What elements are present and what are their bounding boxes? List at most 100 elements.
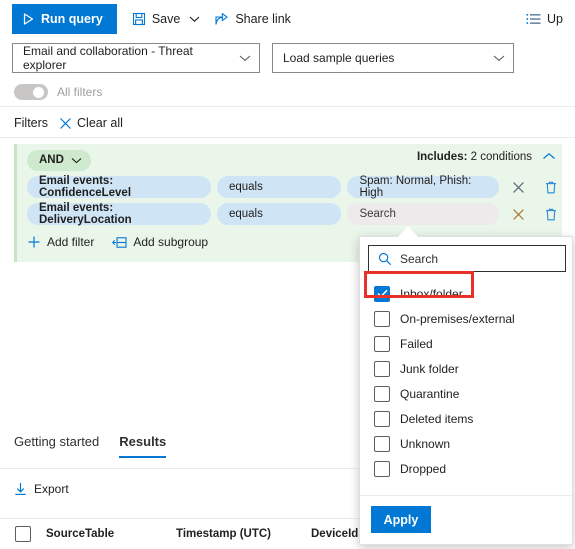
- dropdown-option-list: Inbox/folder On-premises/external Failed…: [360, 281, 572, 496]
- group-operator-label: AND: [39, 154, 64, 166]
- option-checkbox[interactable]: [374, 460, 390, 477]
- condition-operator-label: equals: [228, 181, 263, 193]
- results-tabstrip: Getting started Results: [0, 424, 360, 458]
- all-filters-label: All filters: [57, 85, 103, 99]
- run-query-label: Run query: [41, 12, 103, 26]
- scope-dropdown[interactable]: Email and collaboration - Threat explore…: [12, 43, 260, 73]
- condition-clear-button[interactable]: [505, 203, 532, 225]
- condition-field-label: Email events: DeliveryLocation: [39, 202, 132, 226]
- run-query-button[interactable]: Run query: [12, 4, 117, 34]
- threat-hunting-query-page: Run query Save Share link Up Email and c…: [0, 0, 575, 549]
- checkmark-icon: [376, 289, 388, 298]
- add-subgroup-label: Add subgroup: [133, 235, 209, 249]
- condition-clear-button[interactable]: [505, 176, 532, 198]
- update-label: Up: [547, 12, 563, 26]
- condition-value-label: Spam: Normal, Phish: High: [359, 175, 472, 199]
- condition-field-dropdown[interactable]: Email events: ConfidenceLevel: [27, 175, 211, 199]
- option-checkbox[interactable]: [374, 285, 390, 302]
- option-checkbox[interactable]: [374, 385, 390, 402]
- dropdown-option-dropped[interactable]: Dropped: [360, 456, 572, 481]
- condition-operator-dropdown[interactable]: equals: [216, 203, 342, 225]
- column-header-deviceid[interactable]: DeviceId: [311, 528, 358, 540]
- results-table-header: SourceTable Timestamp (UTC) DeviceId: [0, 518, 360, 549]
- dropdown-option-unknown[interactable]: Unknown: [360, 431, 572, 456]
- condition-delete-button[interactable]: [541, 203, 562, 225]
- share-link-button[interactable]: Share link: [207, 4, 298, 34]
- option-label: On-premises/external: [400, 311, 515, 326]
- option-label: Deleted items: [400, 411, 474, 426]
- option-label: Failed: [400, 336, 433, 351]
- results-toolbar: Export: [0, 476, 360, 502]
- condition-field-label: Email events: ConfidenceLevel: [39, 175, 132, 199]
- bulleted-list-icon: [526, 13, 541, 25]
- condition-value-label: Search: [359, 208, 396, 220]
- save-button[interactable]: Save: [125, 4, 208, 34]
- divider: [0, 468, 360, 469]
- dropdown-option-on-premises-external[interactable]: On-premises/external: [360, 306, 572, 331]
- export-label: Export: [34, 482, 69, 496]
- divider: [0, 137, 575, 138]
- option-label: Quarantine: [400, 386, 460, 401]
- share-arrow-icon: [214, 12, 229, 26]
- save-label: Save: [151, 12, 181, 26]
- chevron-down-icon: [239, 54, 251, 62]
- dropdown-footer: Apply: [360, 495, 572, 544]
- scope-dropdown-value: Email and collaboration - Threat explore…: [23, 44, 193, 72]
- condition-value-dropdown[interactable]: Spam: Normal, Phish: High: [347, 175, 500, 199]
- update-button[interactable]: Up: [520, 4, 569, 34]
- condition-value-dropdown[interactable]: Search: [347, 203, 500, 225]
- option-checkbox[interactable]: [374, 360, 390, 377]
- clear-all-button[interactable]: Clear all: [59, 116, 123, 130]
- search-magnifier-icon: [378, 252, 392, 266]
- option-label: Unknown: [400, 436, 451, 451]
- chevron-up-icon[interactable]: [542, 152, 556, 161]
- condition-operator-dropdown[interactable]: equals: [216, 176, 342, 198]
- filter-condition-row: Email events: DeliveryLocation equals Se…: [27, 202, 562, 226]
- option-checkbox[interactable]: [374, 335, 390, 352]
- column-header-timestamp[interactable]: Timestamp (UTC): [176, 528, 311, 540]
- dropdown-search-placeholder: Search: [400, 251, 439, 266]
- play-triangle-icon: [23, 13, 34, 25]
- tab-getting-started[interactable]: Getting started: [14, 425, 99, 458]
- close-x-icon: [512, 208, 525, 221]
- dropdown-option-inbox-folder[interactable]: Inbox/folder: [360, 281, 572, 306]
- trash-icon: [545, 181, 557, 194]
- toggle-knob: [33, 87, 44, 98]
- dropdown-option-quarantine[interactable]: Quarantine: [360, 381, 572, 406]
- filter-condition-row: Email events: ConfidenceLevel equals Spa…: [27, 175, 562, 199]
- dropdown-option-failed[interactable]: Failed: [360, 331, 572, 356]
- command-bar: Run query Save Share link Up: [0, 0, 575, 38]
- option-checkbox[interactable]: [374, 310, 390, 327]
- option-label: Junk folder: [400, 361, 459, 376]
- dropdown-option-junk-folder[interactable]: Junk folder: [360, 356, 572, 381]
- add-filter-button[interactable]: Add filter: [27, 235, 94, 249]
- option-checkbox[interactable]: [374, 410, 390, 427]
- chevron-down-icon[interactable]: [189, 15, 200, 23]
- group-operator-dropdown[interactable]: AND: [27, 149, 91, 171]
- filter-group-header: AND Includes: 2 conditions: [17, 144, 562, 176]
- apply-button[interactable]: Apply: [371, 506, 431, 533]
- option-checkbox[interactable]: [374, 435, 390, 452]
- option-label: Dropped: [400, 461, 447, 476]
- trash-icon: [545, 208, 557, 221]
- chevron-down-icon: [71, 157, 82, 164]
- column-header-sourcetable[interactable]: SourceTable: [46, 528, 176, 540]
- all-filters-row: All filters: [0, 78, 575, 106]
- selector-row: Email and collaboration - Threat explore…: [0, 42, 575, 74]
- condition-field-dropdown[interactable]: Email events: DeliveryLocation: [27, 202, 211, 226]
- add-subgroup-button[interactable]: Add subgroup: [112, 235, 208, 249]
- export-button[interactable]: Export: [14, 482, 69, 496]
- includes-value: 2 conditions: [470, 151, 532, 163]
- select-all-checkbox[interactable]: [15, 526, 31, 542]
- tab-results[interactable]: Results: [119, 425, 166, 458]
- condition-operator-label: equals: [228, 208, 263, 220]
- close-x-icon: [59, 117, 72, 130]
- dropdown-option-deleted-items[interactable]: Deleted items: [360, 406, 572, 431]
- sample-queries-dropdown[interactable]: Load sample queries: [272, 43, 514, 73]
- all-filters-toggle[interactable]: [14, 84, 48, 100]
- dropdown-search-input[interactable]: Search: [368, 245, 566, 272]
- condition-delete-button[interactable]: [541, 176, 562, 198]
- share-link-label: Share link: [235, 12, 291, 26]
- includes-prefix: Includes:: [416, 151, 468, 163]
- save-disk-icon: [132, 12, 146, 26]
